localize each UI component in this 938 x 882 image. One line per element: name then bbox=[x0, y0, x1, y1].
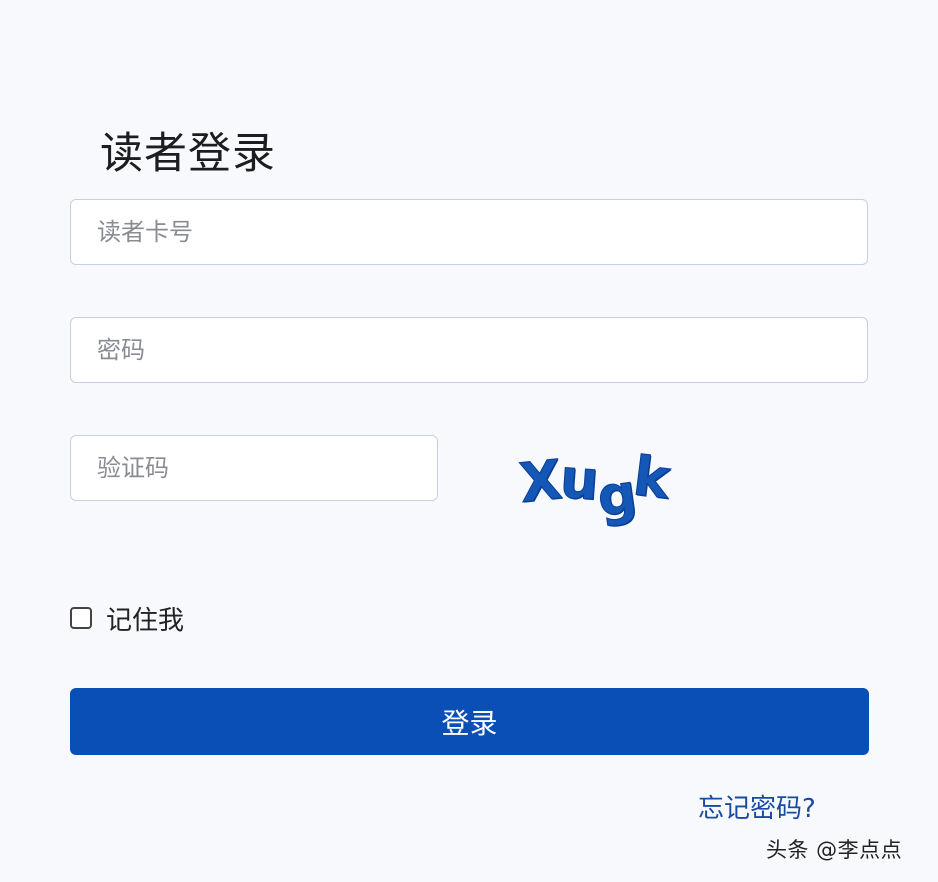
login-button[interactable]: 登录 bbox=[70, 688, 869, 755]
page-title: 读者登录 bbox=[100, 129, 276, 179]
remember-me-label: 记住我 bbox=[106, 605, 185, 636]
password-field[interactable] bbox=[70, 317, 868, 383]
forgot-password-link[interactable]: 忘记密码? bbox=[698, 788, 816, 825]
captcha-input[interactable] bbox=[97, 436, 437, 500]
captcha-field[interactable] bbox=[70, 435, 438, 501]
watermark: 头条 @李点点 bbox=[766, 838, 903, 862]
captcha-image[interactable]: X u g k bbox=[516, 438, 672, 529]
remember-me-toggle[interactable]: 记住我 bbox=[70, 600, 184, 636]
captcha-char: u bbox=[557, 446, 599, 512]
captcha-char: k bbox=[629, 443, 672, 511]
card-number-field[interactable] bbox=[70, 199, 868, 265]
captcha-char: X bbox=[516, 447, 563, 515]
password-input[interactable] bbox=[97, 318, 867, 382]
card-number-input[interactable] bbox=[97, 200, 867, 264]
remember-me-checkbox[interactable] bbox=[70, 607, 92, 629]
